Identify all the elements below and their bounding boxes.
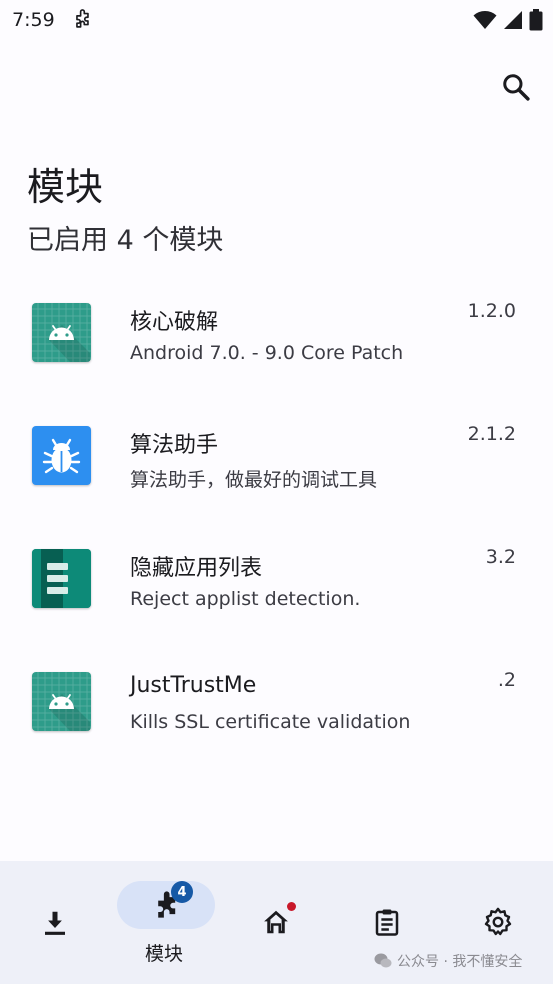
- modules-count-badge: 4: [171, 881, 193, 903]
- settings-icon: [484, 907, 512, 936]
- status-bar: 7:59: [0, 0, 553, 40]
- status-time: 7:59: [12, 9, 55, 31]
- page-title: 模块: [27, 165, 104, 209]
- module-version: 1.2.0: [467, 300, 516, 322]
- module-version: .2: [497, 669, 516, 691]
- battery-icon: [529, 9, 543, 35]
- module-item-core-patch[interactable]: 核心破解 Android 7.0. - 9.0 Core Patch 1.2.0: [0, 276, 553, 399]
- search-icon: [503, 74, 530, 101]
- nav-item-home[interactable]: [221, 861, 331, 984]
- module-version: 2.1.2: [467, 423, 516, 445]
- module-list: 核心破解 Android 7.0. - 9.0 Core Patch 1.2.0: [0, 276, 553, 768]
- log-icon: [375, 909, 399, 936]
- download-icon: [45, 911, 65, 935]
- module-description: Kills SSL certificate validation: [130, 711, 411, 733]
- nav-item-repository[interactable]: [0, 861, 110, 984]
- nav-label-modules: 模块: [145, 943, 184, 965]
- android-icon: [32, 672, 91, 731]
- wechat-icon: [374, 953, 392, 968]
- module-description: Reject applist detection.: [130, 588, 361, 610]
- module-description: Android 7.0. - 9.0 Core Patch: [130, 342, 404, 364]
- module-name: 隐藏应用列表: [130, 556, 263, 581]
- module-name: 核心破解: [130, 310, 219, 335]
- cell-signal-icon: [503, 10, 523, 34]
- watermark-text: 公众号 · 我不懂安全: [397, 954, 523, 970]
- module-version: 3.2: [485, 546, 516, 568]
- nav-item-modules[interactable]: 模块: [110, 861, 220, 984]
- list-icon: [32, 549, 91, 608]
- module-description: 算法助手，做最好的调试工具: [130, 469, 378, 491]
- page-subtitle: 已启用 4 个模块: [27, 225, 224, 256]
- watermark: 公众号 · 我不懂安全: [374, 951, 522, 971]
- module-item-justtrustme[interactable]: JustTrustMe Kills SSL certificate valida…: [0, 645, 553, 768]
- android-icon: [32, 303, 91, 362]
- search-button[interactable]: [499, 70, 533, 104]
- home-notification-dot: [287, 902, 296, 911]
- wifi-icon: [473, 10, 497, 34]
- puzzle-notification-icon: [71, 9, 93, 31]
- home-icon: [264, 910, 288, 934]
- module-name: 算法助手: [130, 433, 219, 458]
- module-item-hide-applist[interactable]: 隐藏应用列表 Reject applist detection. 3.2: [0, 522, 553, 645]
- module-name: JustTrustMe: [130, 673, 257, 698]
- module-item-algorithm-helper[interactable]: 算法助手 算法助手，做最好的调试工具 2.1.2: [0, 399, 553, 522]
- bug-icon: [32, 426, 91, 485]
